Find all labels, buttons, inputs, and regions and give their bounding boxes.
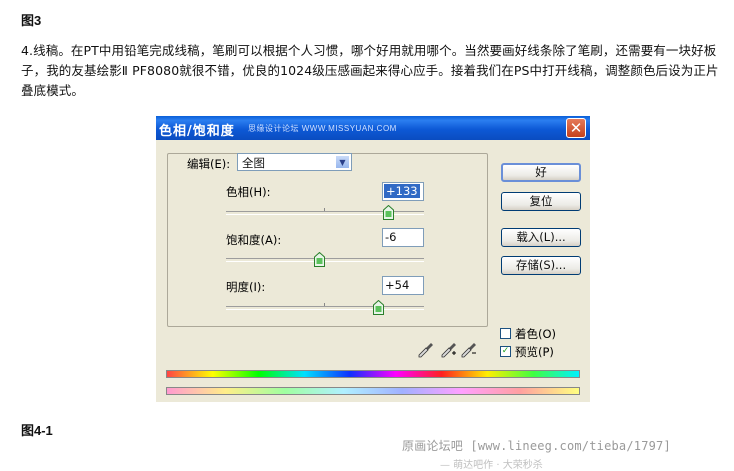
colorize-label: 着色(O) bbox=[515, 327, 557, 341]
figure-4-1-title: 图4-1 bbox=[21, 423, 53, 438]
article-paragraph: 4.线稿。在PT中用铅笔完成线稿，笔刷可以根据个人习惯，哪个好用就用哪个。当然要… bbox=[21, 43, 719, 98]
hue-slider-thumb[interactable] bbox=[382, 205, 394, 220]
close-icon: ✕ bbox=[569, 119, 583, 137]
titlebar-watermark: 思缘设计论坛 WWW.MISSYUAN.COM bbox=[248, 124, 397, 133]
hue-slider-tick bbox=[324, 208, 325, 211]
hue-value: +133 bbox=[384, 184, 420, 198]
preview-label: 预览(P) bbox=[515, 345, 554, 359]
lightness-slider-thumb[interactable] bbox=[372, 300, 384, 315]
saturation-label: 饱和度(A): bbox=[226, 233, 282, 247]
watermark-text: 原画论坛吧 [www.lineeg.com/tieba/1797] bbox=[402, 439, 671, 453]
hue-saturation-dialog: 色相/饱和度 思缘设计论坛 WWW.MISSYUAN.COM ✕ 编辑(E): … bbox=[156, 116, 590, 402]
colorize-checkbox[interactable] bbox=[500, 328, 511, 339]
lightness-label: 明度(I): bbox=[226, 280, 266, 294]
figure-3-title: 图3 bbox=[21, 13, 42, 28]
chevron-down-icon[interactable]: ▼ bbox=[335, 155, 350, 169]
edit-label: 编辑(E): bbox=[187, 157, 231, 171]
lightness-slider-track[interactable] bbox=[226, 303, 424, 310]
lightness-slider-tick bbox=[324, 303, 325, 306]
saturation-value: -6 bbox=[385, 230, 397, 244]
lightness-value: +54 bbox=[385, 278, 410, 292]
preview-checkbox[interactable]: ✓ bbox=[500, 346, 511, 357]
input-spectrum-bar bbox=[166, 370, 580, 378]
checkmark-icon: ✓ bbox=[501, 346, 510, 356]
hue-label: 色相(H): bbox=[226, 185, 271, 199]
reset-button[interactable]: 复位 bbox=[501, 192, 581, 211]
save-button[interactable]: 存储(S)... bbox=[501, 256, 581, 275]
saturation-slider-track[interactable] bbox=[226, 258, 424, 262]
hue-input[interactable]: +133 bbox=[382, 182, 424, 201]
load-button[interactable]: 载入(L)... bbox=[501, 228, 581, 247]
output-spectrum-bar bbox=[166, 387, 580, 395]
eyedropper-icon[interactable] bbox=[418, 342, 434, 358]
ok-button[interactable]: 好 bbox=[501, 163, 581, 182]
close-button[interactable]: ✕ bbox=[566, 118, 586, 138]
dialog-titlebar[interactable]: 色相/饱和度 思缘设计论坛 WWW.MISSYUAN.COM ✕ bbox=[156, 116, 590, 140]
lightness-input[interactable]: +54 bbox=[382, 276, 424, 295]
dialog-title: 色相/饱和度 bbox=[159, 124, 235, 139]
hue-slider-track[interactable] bbox=[226, 208, 424, 215]
edit-select-value: 全图 bbox=[242, 156, 265, 170]
eyedropper-plus-icon[interactable] bbox=[441, 342, 457, 358]
edit-select[interactable]: 全图 ▼ bbox=[237, 153, 352, 171]
adjustment-group bbox=[167, 153, 488, 327]
saturation-slider-thumb[interactable] bbox=[313, 252, 325, 267]
eyedropper-minus-icon[interactable] bbox=[461, 342, 477, 358]
saturation-input[interactable]: -6 bbox=[382, 228, 424, 247]
watermark-secondary-text: — 萌达吧作 · 大荣秒杀 bbox=[440, 460, 543, 471]
